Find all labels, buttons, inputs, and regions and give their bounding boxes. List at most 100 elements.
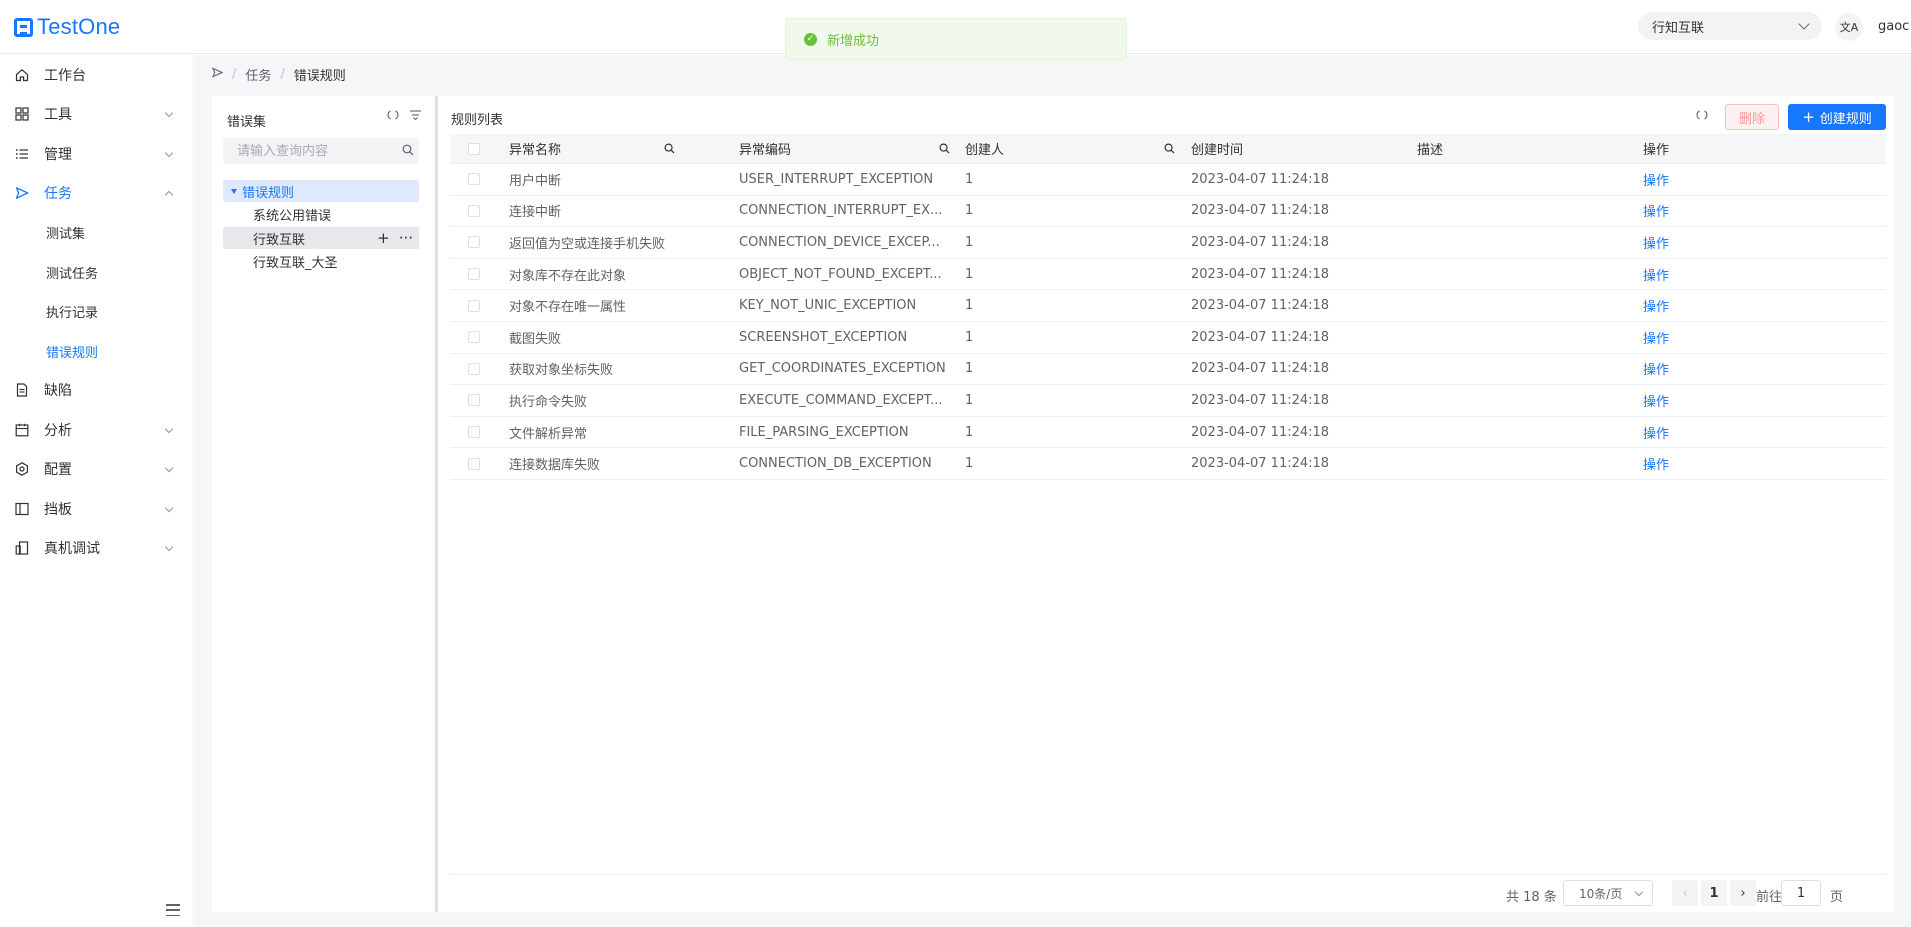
cell-created-time: 2023-04-07 11:24:18 — [1191, 203, 1330, 219]
cell-name: 截图失败 — [509, 331, 562, 347]
table-row: 获取对象坐标失败 GET_COORDINATES_EXCEPTION 1 202… — [450, 354, 1886, 386]
refresh-icon[interactable] — [387, 109, 399, 124]
create-rule-button[interactable]: + 创建规则 — [1788, 104, 1886, 130]
sidebar-item-label: 挡板 — [44, 502, 72, 518]
pagination: 共 18 条 10条/页 ‹ 1 › 前往 页 — [438, 880, 1894, 908]
sidebar-item-defect[interactable]: 缺陷 — [0, 371, 194, 409]
search-icon[interactable] — [1164, 143, 1175, 157]
filter-icon[interactable] — [409, 109, 422, 124]
goto-page-input[interactable] — [1781, 880, 1821, 906]
breadcrumb-current: 错误规则 — [293, 69, 346, 84]
tree-node[interactable]: 行致互联 + ··· — [223, 227, 419, 249]
page-number-button[interactable]: 1 — [1701, 880, 1727, 906]
panel-icon — [15, 502, 29, 516]
row-action-link[interactable]: 操作 — [1643, 265, 1669, 284]
plus-icon[interactable]: + — [377, 229, 390, 247]
sidebar: 工作台 工具 管理 任务 测试集 测试任务 执行记录 错误规则 缺陷 分析 配置… — [0, 54, 194, 927]
row-action-link[interactable]: 操作 — [1643, 391, 1669, 410]
row-action-link[interactable]: 操作 — [1643, 296, 1669, 315]
row-checkbox[interactable] — [468, 394, 480, 407]
collapse-sidebar-icon[interactable] — [164, 902, 182, 918]
next-page-button[interactable]: › — [1730, 880, 1756, 906]
row-action-link[interactable]: 操作 — [1643, 170, 1669, 189]
sidebar-item-analysis[interactable]: 分析 — [0, 411, 194, 449]
row-checkbox[interactable] — [468, 362, 480, 375]
row-checkbox[interactable] — [468, 457, 480, 470]
row-checkbox[interactable] — [468, 173, 480, 186]
cell-creator: 1 — [965, 234, 974, 250]
chevron-down-icon — [164, 424, 174, 434]
sidebar-item-mock[interactable]: 挡板 — [0, 490, 194, 528]
row-action-link[interactable]: 操作 — [1643, 359, 1669, 378]
row-checkbox[interactable] — [468, 236, 480, 249]
cell-creator: 1 — [965, 171, 974, 187]
table-header: 异常名称 异常编码 创建人 创建时间 描述 操作 — [450, 134, 1886, 164]
tree-search-input[interactable] — [223, 138, 419, 164]
sidebar-item-workbench[interactable]: 工作台 — [0, 56, 194, 94]
sidebar-subitem-label: 错误规则 — [46, 345, 99, 361]
table-row: 连接中断 CONNECTION_INTERRUPT_EX... 1 2023-0… — [450, 196, 1886, 228]
sidebar-subitem-exec-record[interactable]: 执行记录 — [0, 292, 194, 330]
breadcrumb-item[interactable]: 任务 — [245, 65, 271, 84]
cell-creator: 1 — [965, 266, 974, 282]
refresh-icon[interactable] — [1696, 109, 1708, 125]
sidebar-subitem-test-task[interactable]: 测试任务 — [0, 253, 194, 291]
row-checkbox[interactable] — [468, 426, 480, 439]
table-row: 返回值为空或连接手机失败 CONNECTION_DEVICE_EXCEP... … — [450, 227, 1886, 259]
breadcrumb-separator: / — [280, 67, 285, 82]
cell-created-time: 2023-04-07 11:24:18 — [1191, 298, 1330, 314]
delete-button[interactable]: 删除 — [1725, 104, 1779, 130]
row-action-link[interactable]: 操作 — [1643, 423, 1669, 442]
sidebar-subitem-label: 测试任务 — [46, 266, 99, 282]
cell-created-time: 2023-04-07 11:24:18 — [1191, 424, 1330, 440]
prev-page-button[interactable]: ‹ — [1672, 880, 1698, 906]
sidebar-subitem-error-rules[interactable]: 错误规则 — [0, 332, 194, 370]
sidebar-item-label: 工具 — [44, 107, 72, 123]
cell-description — [1417, 448, 1617, 479]
cell-creator: 1 — [965, 456, 974, 472]
sidebar-item-config[interactable]: 配置 — [0, 450, 194, 488]
row-checkbox[interactable] — [468, 299, 480, 312]
search-icon[interactable] — [939, 143, 950, 157]
tree-node-root[interactable]: 错误规则 — [223, 180, 419, 202]
user-name[interactable]: gaoc — [1878, 19, 1911, 34]
cell-name: 用户中断 — [509, 173, 562, 189]
select-all-checkbox[interactable] — [468, 142, 480, 155]
sidebar-item-label: 真机调试 — [44, 541, 100, 557]
row-action-link[interactable]: 操作 — [1643, 201, 1669, 220]
sidebar-item-manage[interactable]: 管理 — [0, 135, 194, 173]
cell-creator: 1 — [965, 361, 974, 377]
sidebar-subitem-test-set[interactable]: 测试集 — [0, 213, 194, 251]
sidebar-item-label: 工作台 — [44, 68, 86, 84]
search-icon[interactable] — [664, 143, 675, 157]
cell-description — [1417, 385, 1617, 416]
table-row: 对象库不存在此对象 OBJECT_NOT_FOUND_EXCEPT... 1 2… — [450, 259, 1886, 291]
sidebar-subitem-label: 执行记录 — [46, 305, 99, 321]
page-size-select[interactable]: 10条/页 — [1563, 880, 1653, 906]
row-checkbox[interactable] — [468, 204, 480, 217]
language-button[interactable]: 文A — [1835, 13, 1863, 41]
caret-down-icon[interactable] — [231, 188, 237, 194]
org-select[interactable]: 行知互联 — [1638, 12, 1822, 40]
org-select-value: 行知互联 — [1652, 20, 1705, 36]
cell-code: CONNECTION_DB_EXCEPTION — [739, 456, 932, 472]
row-action-link[interactable]: 操作 — [1643, 328, 1669, 347]
search-icon[interactable] — [402, 144, 414, 159]
row-action-link[interactable]: 操作 — [1643, 454, 1669, 473]
row-action-link[interactable]: 操作 — [1643, 233, 1669, 252]
nav-toggle-icon[interactable] — [211, 67, 224, 82]
tree-node[interactable]: 系统公用错误 — [223, 203, 419, 225]
cell-created-time: 2023-04-07 11:24:18 — [1191, 171, 1330, 187]
logo[interactable]: TestOne — [14, 14, 120, 40]
cell-creator: 1 — [965, 424, 974, 440]
cell-created-time: 2023-04-07 11:24:18 — [1191, 361, 1330, 377]
sidebar-item-task[interactable]: 任务 — [0, 174, 194, 212]
row-checkbox[interactable] — [468, 268, 480, 281]
sidebar-item-tools[interactable]: 工具 — [0, 95, 194, 133]
tree-node[interactable]: 行致互联_大圣 — [223, 250, 419, 272]
chevron-down-icon — [164, 463, 174, 473]
sidebar-item-device-debug[interactable]: 真机调试 — [0, 529, 194, 567]
tree-node-actions: + ··· — [377, 229, 413, 247]
row-checkbox[interactable] — [468, 331, 480, 344]
more-icon[interactable]: ··· — [399, 229, 413, 247]
